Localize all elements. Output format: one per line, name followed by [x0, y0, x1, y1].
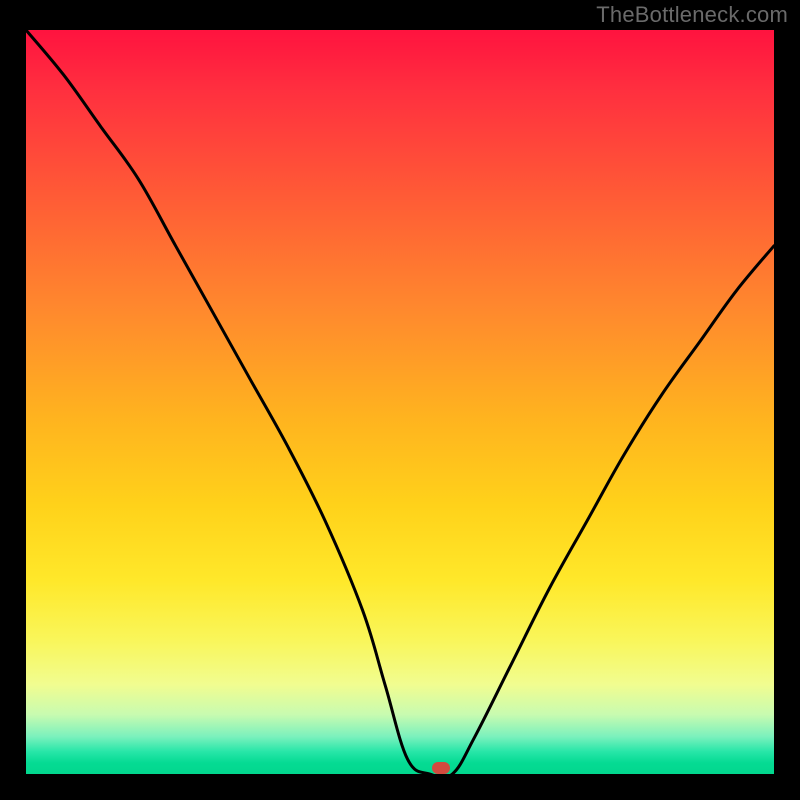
plot-area: [26, 30, 774, 774]
bottleneck-curve-path: [26, 30, 774, 774]
chart-frame: TheBottleneck.com: [0, 0, 800, 800]
watermark-text: TheBottleneck.com: [596, 2, 788, 28]
min-marker: [432, 762, 450, 774]
curve-svg: [26, 30, 774, 774]
